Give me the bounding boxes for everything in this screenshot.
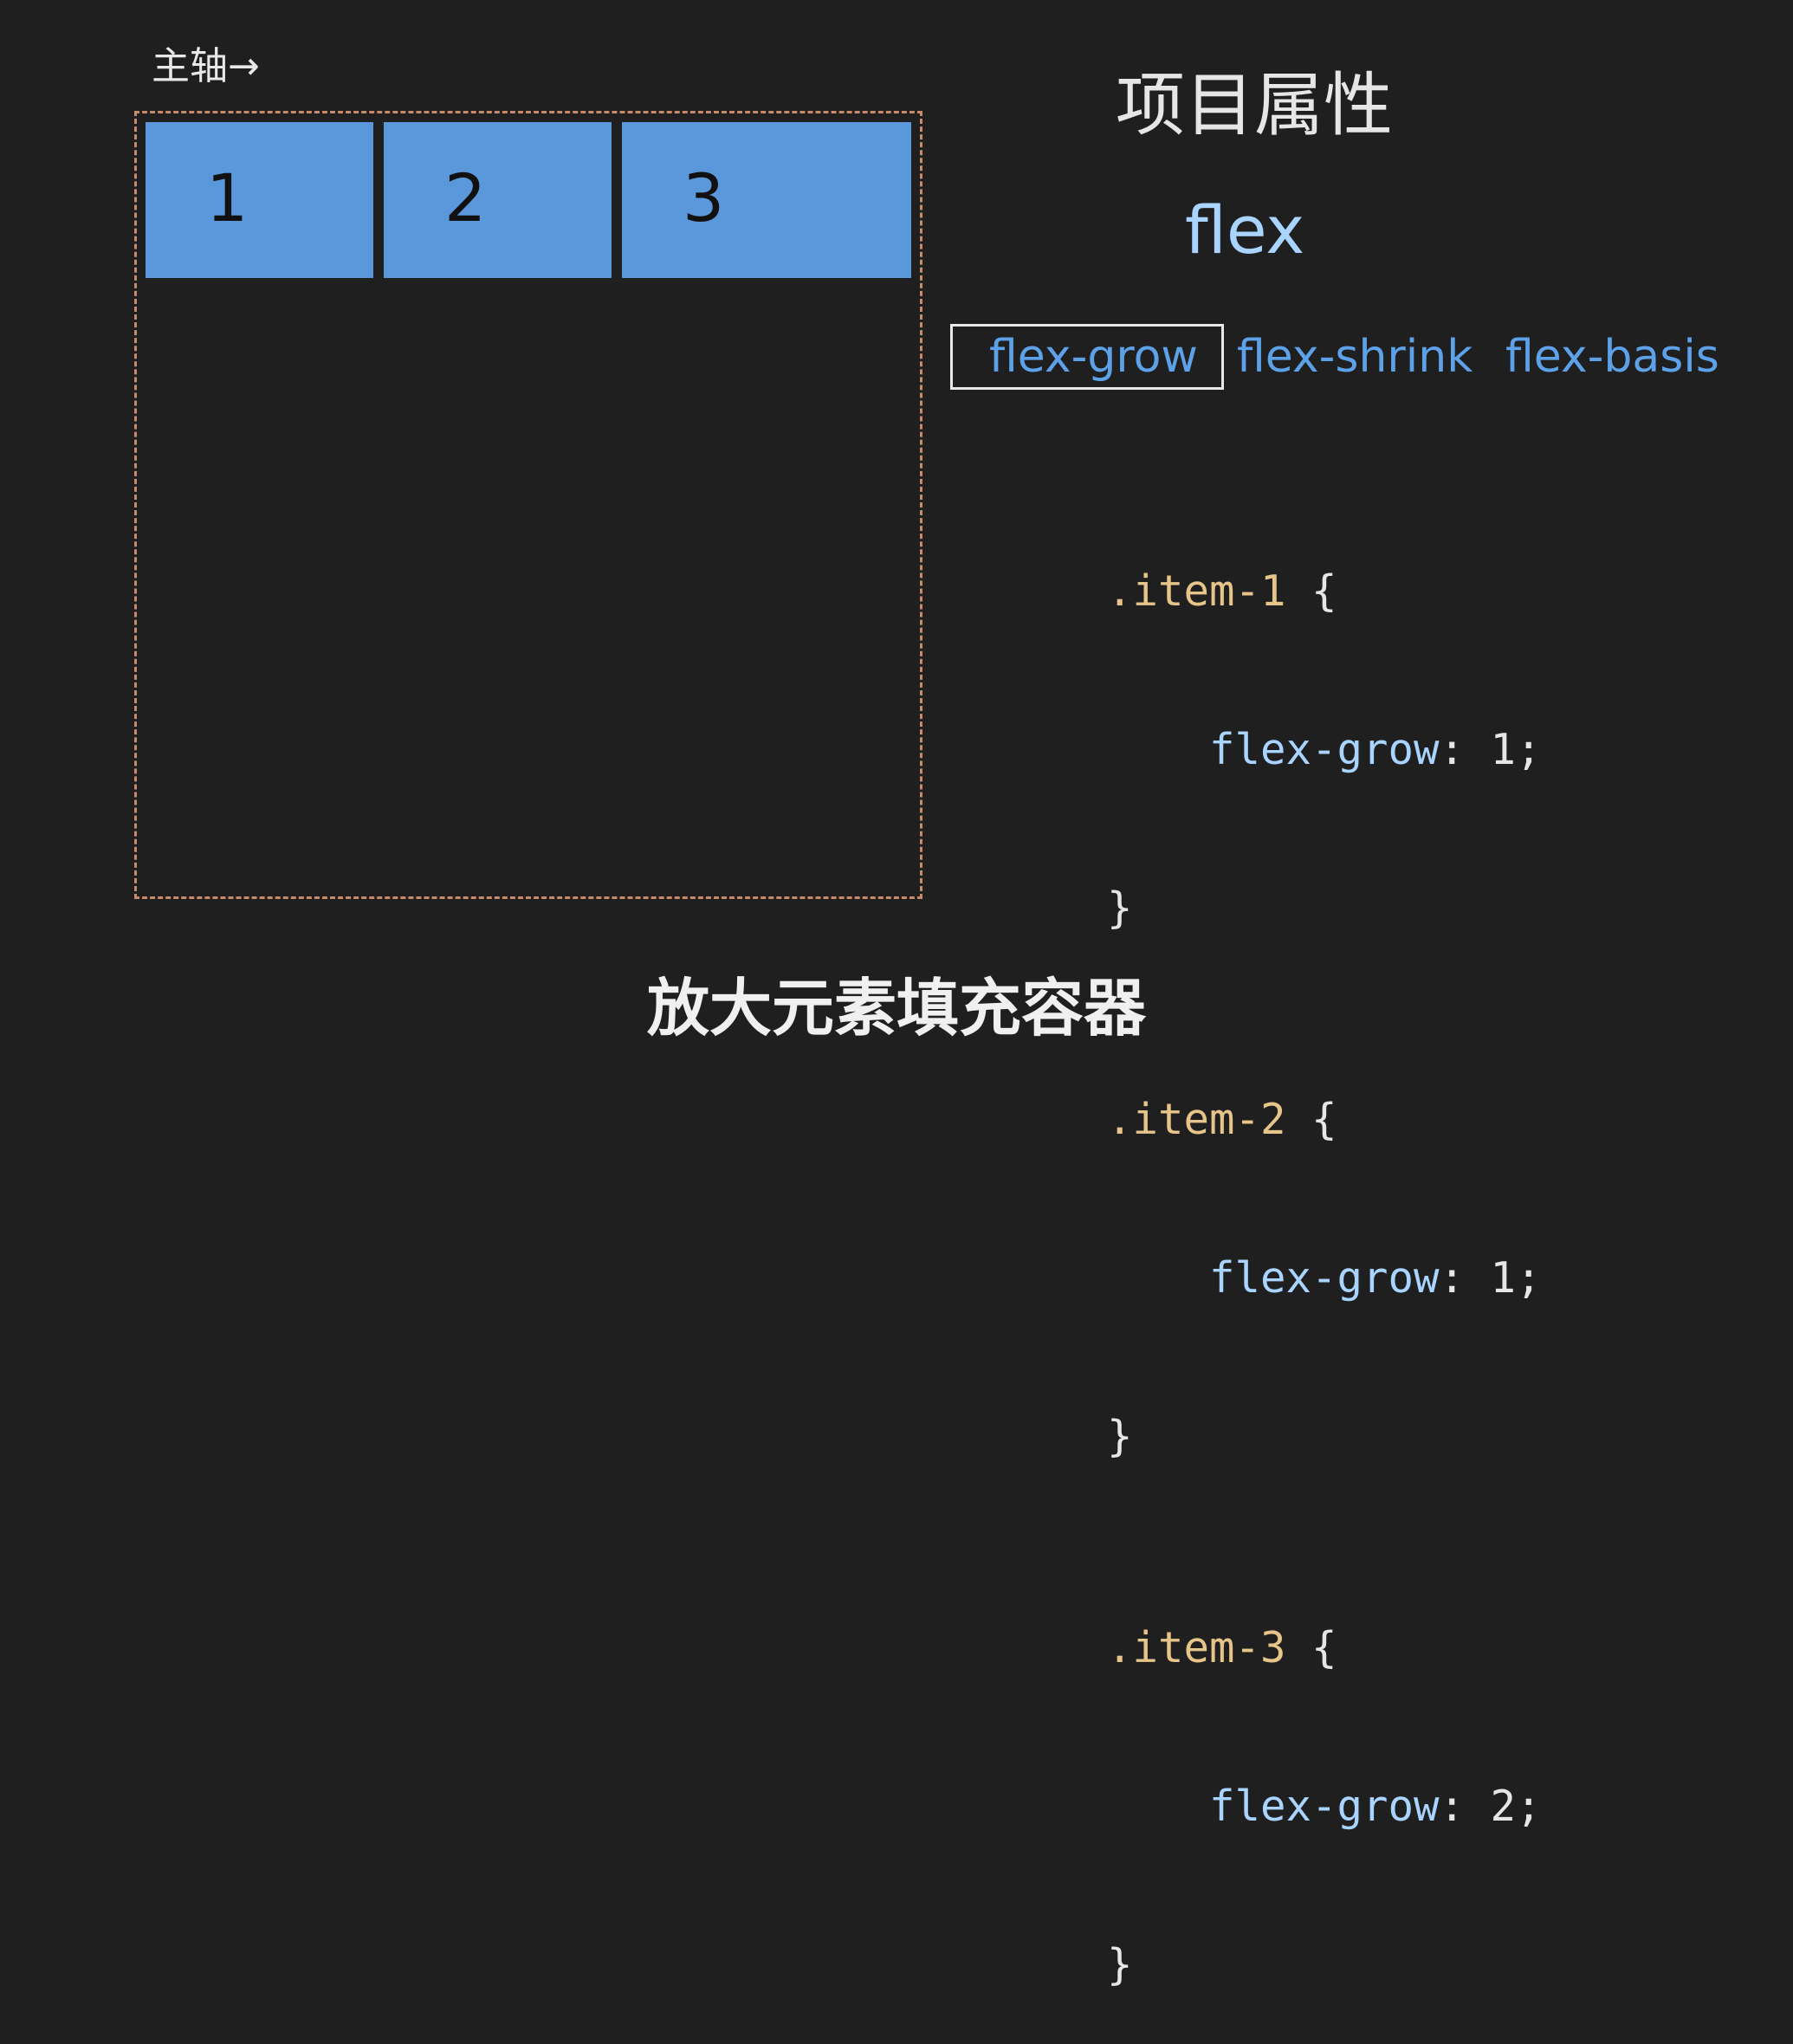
code-brace-close: } [1107,1940,1133,1989]
code-brace-close: } [1107,883,1133,933]
code-line: } [1107,882,1542,935]
code-block: .item-1 { flex-grow: 1; } .item-2 { flex… [1107,459,1542,2044]
code-brace-open: { [1285,566,1337,616]
flex-item-3-number: 3 [683,159,725,236]
tab-flex-basis[interactable]: flex-basis [1505,324,1719,390]
code-brace-open: { [1285,1095,1337,1144]
page-subtitle: flex [1185,191,1305,268]
code-property: flex-grow [1209,725,1440,774]
page-title: 项目属性 [1116,65,1393,146]
tab-flex-grow[interactable]: flex-grow [950,324,1224,390]
code-line: flex-grow: 1; [1107,1252,1542,1304]
code-line: flex-grow: 2; [1107,1780,1542,1833]
code-property: flex-grow [1209,1782,1440,1831]
code-selector: .item-1 [1107,566,1286,616]
code-line: } [1107,1410,1542,1463]
code-selector: .item-3 [1107,1623,1286,1672]
code-line: flex-grow: 1; [1107,723,1542,776]
code-brace-open: { [1285,1623,1337,1672]
code-property: flex-grow [1209,1253,1440,1303]
code-line: .item-2 { [1107,1093,1542,1146]
code-line: } [1107,1938,1542,1991]
flex-item-3: 3 [622,122,911,278]
code-value: : 2; [1439,1782,1542,1831]
code-brace-close: } [1107,1412,1133,1461]
flex-container: 1 2 3 [134,111,922,899]
flex-item-2: 2 [384,122,612,278]
caption-subtitle: 放大元素填充容器 [646,972,1146,1045]
code-selector: .item-2 [1107,1095,1286,1144]
flex-item-2-number: 2 [444,159,487,236]
flex-item-1-number: 1 [206,159,249,236]
main-axis-label: 主轴→ [152,44,260,88]
flex-item-1: 1 [146,122,373,278]
code-line: .item-3 { [1107,1621,1542,1674]
tab-flex-shrink[interactable]: flex-shrink [1237,324,1473,390]
code-value: : 1; [1439,725,1542,774]
code-line: .item-1 { [1107,565,1542,618]
property-tabs: flex-grow flex-shrink flex-basis [950,324,1764,390]
code-value: : 1; [1439,1253,1542,1303]
